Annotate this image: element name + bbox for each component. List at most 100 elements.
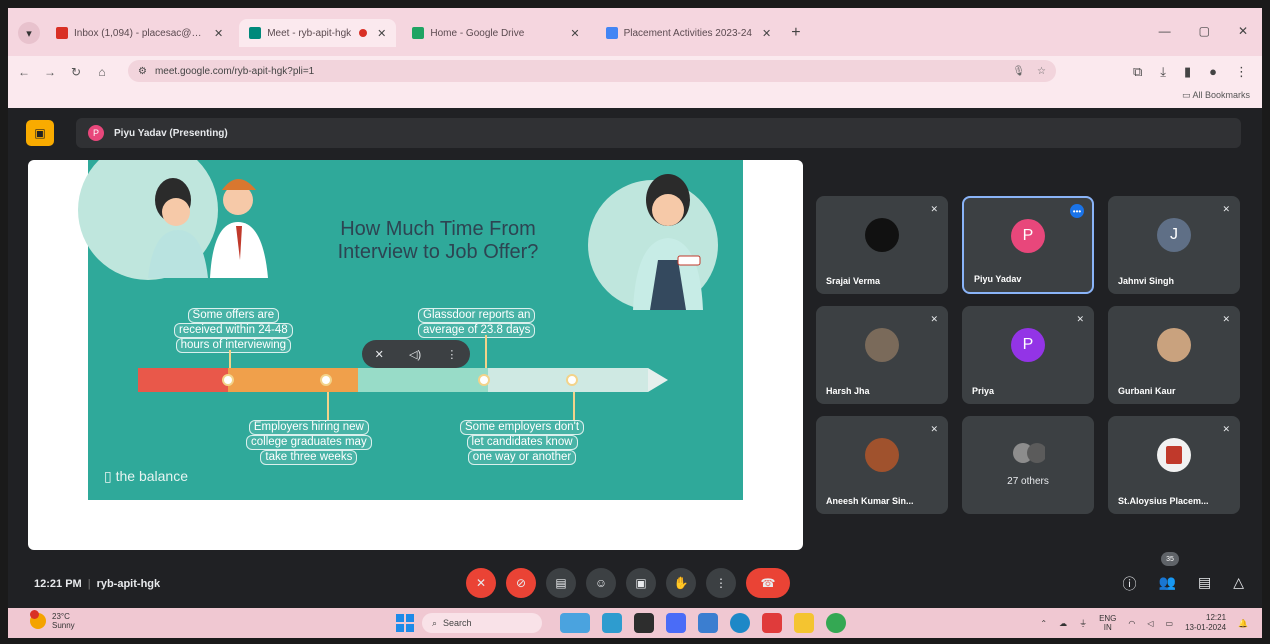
- download-icon[interactable]: ⤓: [1160, 64, 1166, 80]
- info-icon[interactable]: ⓘ: [1123, 574, 1137, 594]
- volume-icon[interactable]: ◁: [1147, 619, 1153, 628]
- bookmark-star-icon[interactable]: ☆: [1037, 66, 1046, 77]
- candidate-illustration: [633, 174, 703, 310]
- site-info-icon[interactable]: ⚙: [138, 66, 147, 77]
- participant-photo: [1157, 328, 1191, 363]
- browser-tab-drive[interactable]: Home - Google Drive ✕: [402, 19, 589, 47]
- camera-toggle-button[interactable]: ⊘: [506, 568, 536, 598]
- activities-icon[interactable]: △: [1233, 574, 1244, 594]
- connector-line: [229, 350, 231, 370]
- browser-tab-meet[interactable]: Meet - ryb-apit-hgk ✕: [239, 19, 397, 47]
- wifi-icon[interactable]: ◠: [1128, 619, 1135, 628]
- close-window-icon[interactable]: ✕: [1238, 24, 1248, 38]
- timeline-marker: [478, 374, 490, 386]
- chevron-up-icon[interactable]: ⌃: [1040, 619, 1047, 628]
- browser-menu-icon[interactable]: ⋮: [1235, 64, 1248, 80]
- raise-hand-button[interactable]: ✋: [666, 568, 696, 598]
- mic-muted-icon: ✕: [1076, 314, 1084, 324]
- slide-title: How Much Time From Interview to Job Offe…: [288, 218, 588, 264]
- participant-photo: [865, 438, 899, 473]
- store-icon[interactable]: [698, 613, 718, 633]
- address-bar[interactable]: ⚙ meet.google.com/ryb-apit-hgk?pli=1 🎙 ☆: [128, 60, 1056, 82]
- region-code: IN: [1103, 623, 1112, 632]
- extensions-icon[interactable]: ⧉: [1133, 64, 1142, 80]
- close-tab-icon[interactable]: ✕: [214, 27, 223, 40]
- reactions-button[interactable]: ☺: [586, 568, 616, 598]
- start-button[interactable]: [396, 614, 414, 632]
- teams-icon[interactable]: [666, 613, 686, 633]
- connector-line: [485, 335, 487, 370]
- others-label: 27 others: [1007, 476, 1049, 487]
- mic-permission-icon[interactable]: 🎙: [1012, 66, 1025, 77]
- notification-bell-icon[interactable]: 🔔: [1238, 619, 1248, 628]
- alert-badge: [30, 610, 39, 619]
- all-bookmarks[interactable]: ▭ All Bookmarks: [1182, 90, 1250, 101]
- captions-button[interactable]: ▤: [546, 568, 576, 598]
- edge-icon[interactable]: [730, 613, 750, 633]
- participant-tile[interactable]: ✕ Srajai Verma: [816, 196, 948, 294]
- gmail-icon: [56, 27, 68, 39]
- slide-title-line: Interview to Job Offer?: [337, 241, 539, 263]
- emoji-icon: ☺: [594, 576, 608, 590]
- taskbar-search[interactable]: ⌕ Search: [422, 613, 542, 633]
- mic-off-icon[interactable]: ✕: [375, 348, 384, 361]
- maximize-icon[interactable]: ▢: [1199, 24, 1210, 38]
- file-explorer-icon[interactable]: [634, 613, 654, 633]
- close-tab-icon[interactable]: ✕: [570, 27, 579, 40]
- battery-icon[interactable]: ▭: [1166, 619, 1174, 628]
- chat-icon[interactable]: ▤: [1198, 574, 1211, 594]
- minimize-icon[interactable]: —: [1159, 24, 1171, 38]
- people-icon[interactable]: 👥: [1159, 574, 1176, 594]
- participant-tile[interactable]: ✕ J Jahnvi Singh: [1108, 196, 1240, 294]
- folder-icon[interactable]: [794, 613, 814, 633]
- participant-tile[interactable]: ✕ P Priya: [962, 306, 1094, 404]
- participant-tile[interactable]: ✕ Aneesh Kumar Sin...: [816, 416, 948, 514]
- browser-tab-sheets[interactable]: Placement Activities 2023-24 ✕: [596, 19, 782, 47]
- clock-date: 13-01-2024: [1185, 623, 1227, 632]
- reload-icon[interactable]: ↻: [66, 65, 86, 79]
- widgets-icon[interactable]: [560, 613, 590, 633]
- chrome-icon[interactable]: [826, 613, 846, 633]
- participant-tile[interactable]: ✕ St.Aloysius Placem...: [1108, 416, 1240, 514]
- close-tab-icon[interactable]: ✕: [762, 27, 771, 40]
- browser-tab-gmail[interactable]: Inbox (1,094) - placesac@gma ✕: [46, 19, 233, 47]
- present-button[interactable]: ▣: [626, 568, 656, 598]
- close-tab-icon[interactable]: ✕: [377, 27, 386, 40]
- volume-icon[interactable]: ◁): [409, 348, 421, 361]
- new-tab-icon[interactable]: +: [791, 24, 800, 42]
- task-view-icon[interactable]: [602, 613, 622, 633]
- participant-tile-active[interactable]: ••• P Piyu Yadav: [962, 196, 1094, 294]
- participant-tile[interactable]: ✕ Harsh Jha: [816, 306, 948, 404]
- back-icon[interactable]: ←: [14, 65, 34, 79]
- cloud-icon[interactable]: ☁: [1059, 619, 1067, 628]
- timeline-arrowhead: [648, 368, 668, 392]
- others-tile[interactable]: 27 others: [962, 416, 1094, 514]
- mic-toggle-button[interactable]: ✕: [466, 568, 496, 598]
- participant-name: Piyu Yadav: [974, 274, 1022, 284]
- language-indicator[interactable]: ENG IN: [1099, 614, 1116, 632]
- youtube-icon[interactable]: [762, 613, 782, 633]
- mic-muted-icon: ✕: [1222, 314, 1230, 324]
- leave-call-button[interactable]: ☎: [746, 568, 790, 598]
- home-icon[interactable]: ⌂: [92, 65, 112, 79]
- participant-tile[interactable]: ✕ Gurbani Kaur: [1108, 306, 1240, 404]
- sidepanel-icon[interactable]: ▮: [1184, 64, 1191, 80]
- participant-avatar: P: [1011, 218, 1045, 253]
- presenter-avatar: P: [88, 125, 104, 141]
- callout-offers-24-48: Some offers are received within 24-48 ho…: [174, 308, 293, 353]
- tab-search-icon[interactable]: ▾: [18, 22, 40, 44]
- address-toolbar: ← → ↻ ⌂ ⚙ meet.google.com/ryb-apit-hgk?p…: [8, 56, 1262, 88]
- all-bookmarks-label: All Bookmarks: [1192, 90, 1250, 100]
- weather-widget[interactable]: 23°C Sunny: [30, 610, 75, 630]
- taskbar-clock[interactable]: 12:21 13-01-2024: [1185, 613, 1226, 633]
- language-code: ENG: [1099, 614, 1117, 623]
- leave-door-icon[interactable]: ▣: [26, 120, 54, 146]
- participant-name: Srajai Verma: [826, 276, 881, 286]
- tile-more-options-icon[interactable]: •••: [1070, 204, 1084, 218]
- forward-icon[interactable]: →: [40, 65, 60, 79]
- usb-icon[interactable]: ⏚: [1079, 618, 1087, 629]
- more-options-icon[interactable]: ⋮: [446, 348, 457, 361]
- profile-icon[interactable]: ●: [1209, 64, 1217, 80]
- more-options-button[interactable]: ⋮: [706, 568, 736, 598]
- presenter-label: Piyu Yadav (Presenting): [114, 127, 228, 139]
